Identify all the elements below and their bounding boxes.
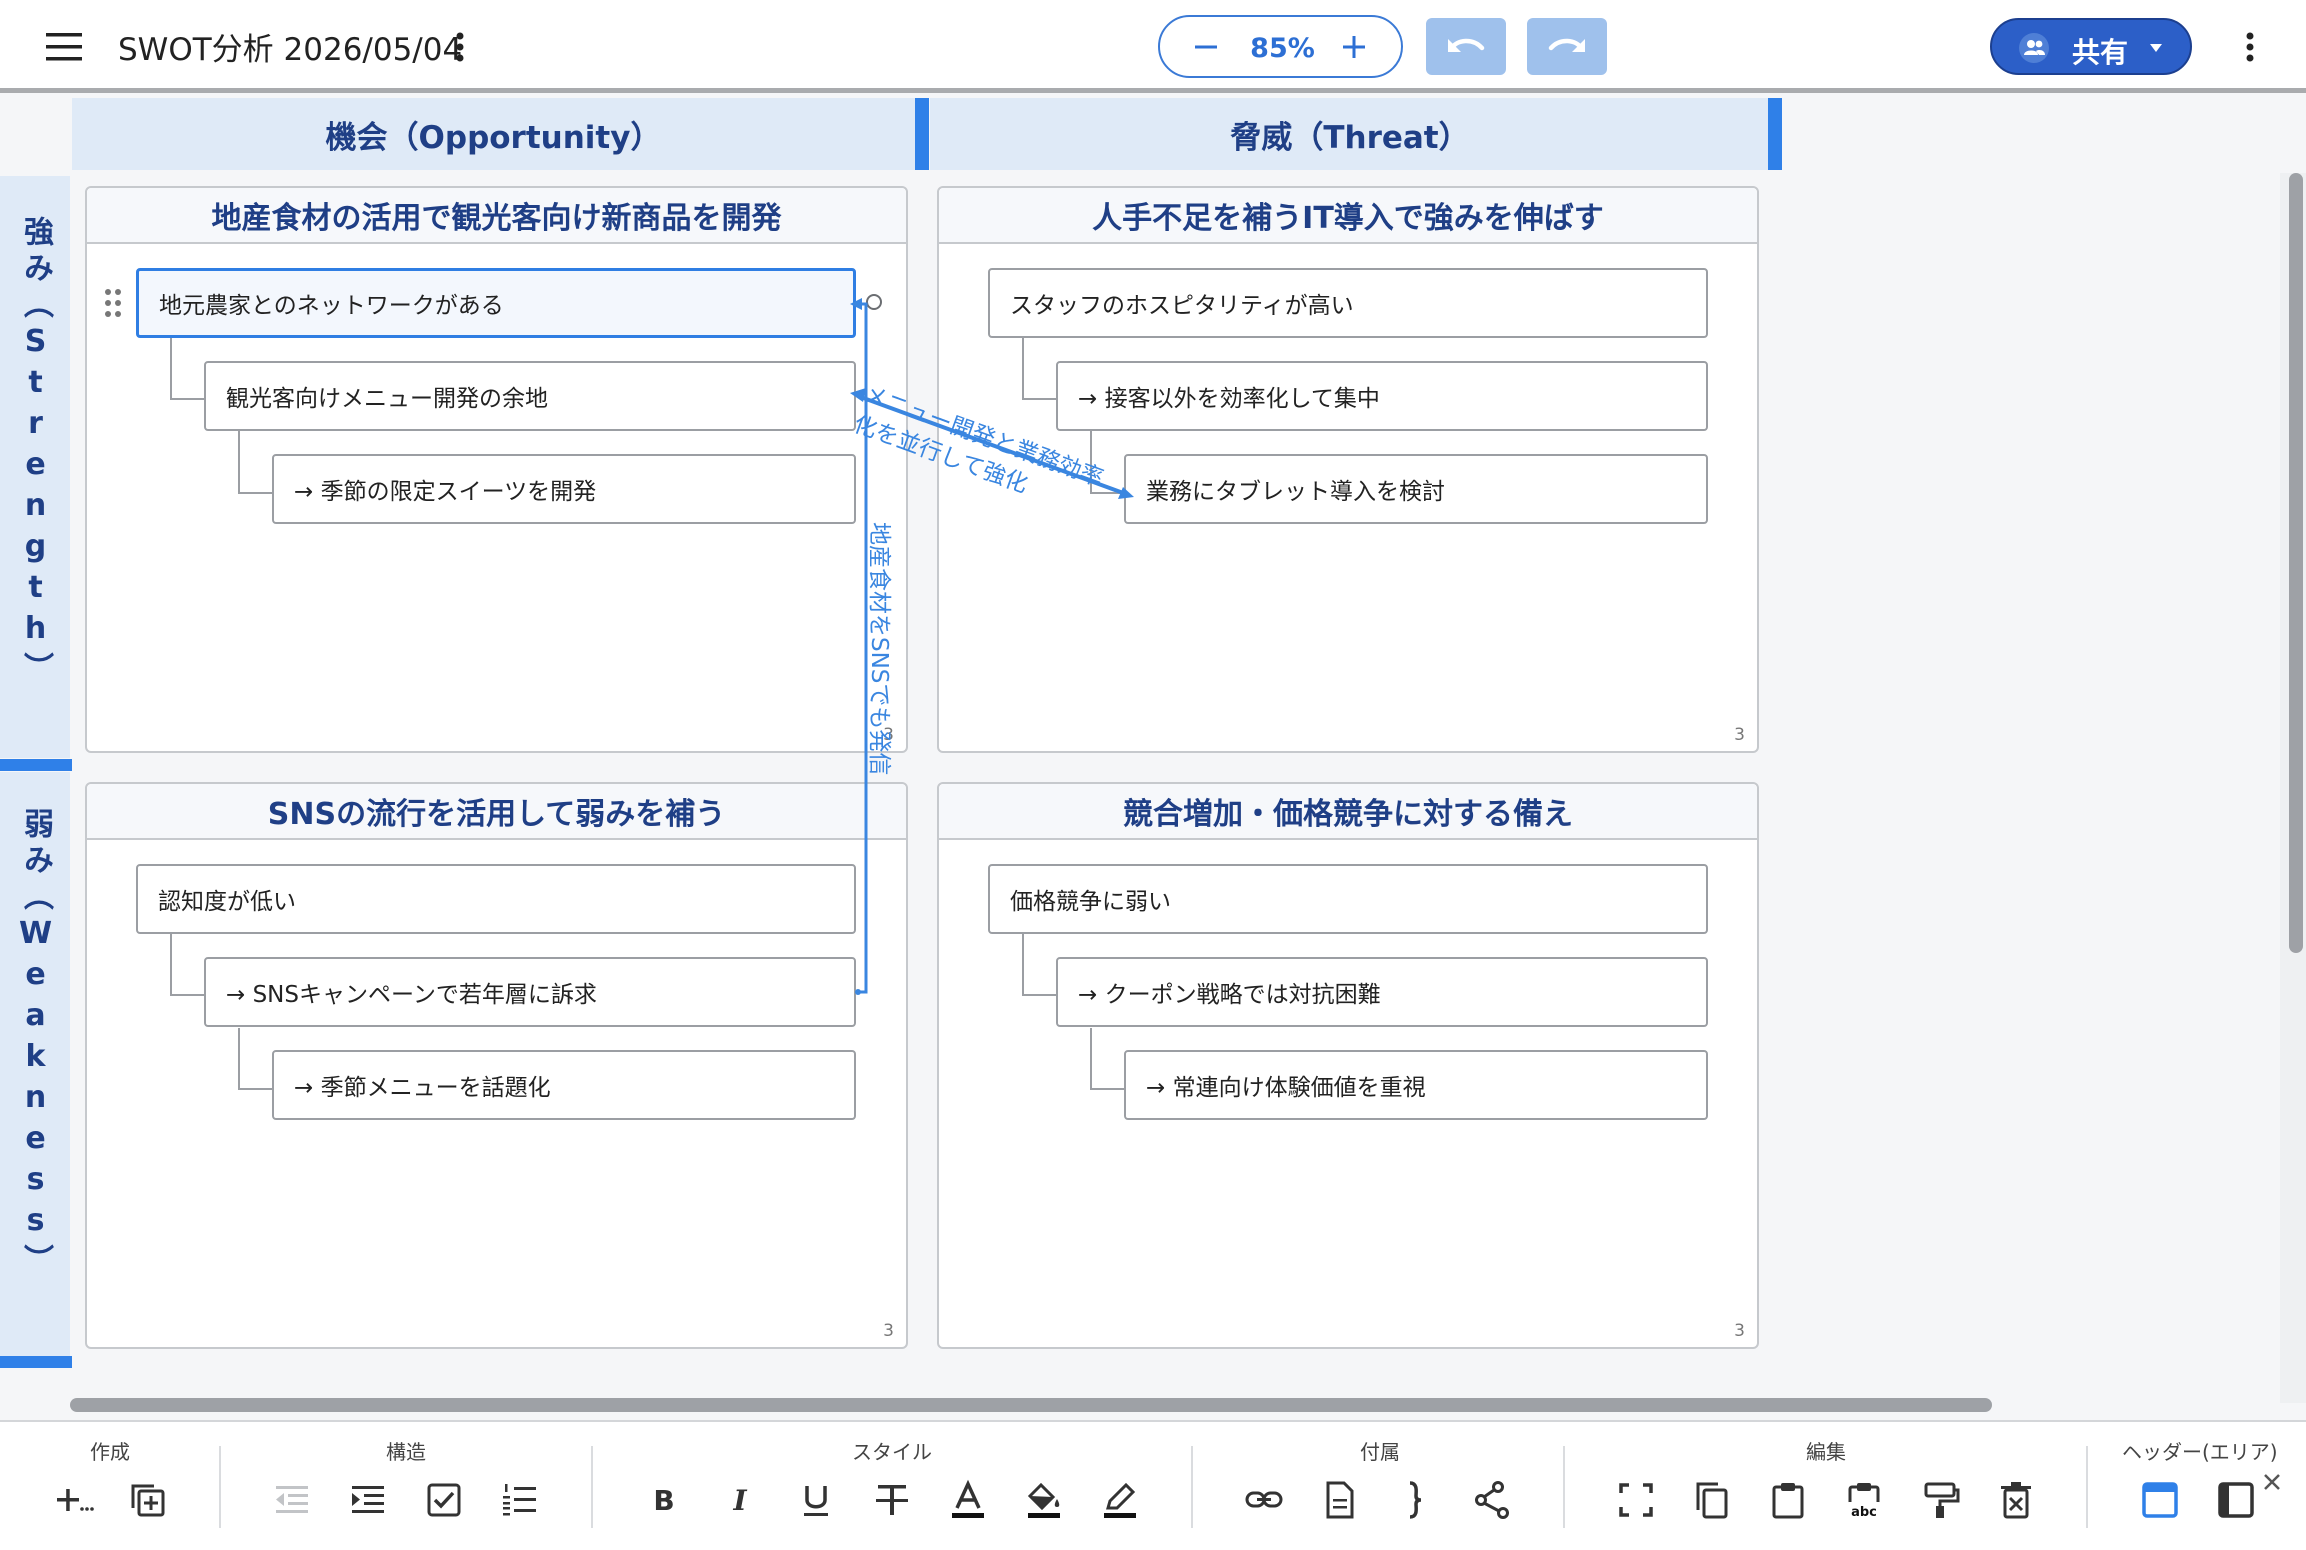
toolbar-group-label-style: スタイル	[852, 1440, 932, 1464]
link-icon[interactable]	[1242, 1478, 1286, 1522]
svg-text:B: B	[653, 1484, 674, 1517]
header-column-icon[interactable]	[2214, 1478, 2258, 1522]
hamburger-menu-icon[interactable]	[40, 26, 88, 68]
text-color-icon[interactable]	[946, 1478, 990, 1522]
svg-text:abc: abc	[1851, 1505, 1877, 1520]
format-painter-icon[interactable]	[1918, 1478, 1962, 1522]
outdent-icon[interactable]	[270, 1478, 314, 1522]
undo-icon	[1448, 38, 1485, 52]
swot-canvas[interactable]: 機会（Opportunity） 脅威（Threat） 強み（Strength） …	[0, 98, 2306, 1420]
paste-icon[interactable]	[1766, 1478, 1810, 1522]
header-row-icon[interactable]	[2138, 1478, 2182, 1522]
toolbar-separator	[2086, 1446, 2088, 1528]
toolbar-group-label-edit: 編集	[1806, 1440, 1846, 1464]
checkbox-icon[interactable]	[422, 1478, 466, 1522]
strikethrough-icon[interactable]	[870, 1478, 914, 1522]
note-icon[interactable]	[1318, 1478, 1362, 1522]
toolbar-separator	[1563, 1446, 1565, 1528]
toolbar-group-label-header: ヘッダー(エリア)	[2122, 1440, 2278, 1464]
redo-icon	[1548, 38, 1585, 52]
relation-link-label[interactable]: 地産食材をSNSでも発信	[866, 522, 892, 775]
relation-icon[interactable]	[1470, 1478, 1514, 1522]
people-icon	[2018, 32, 2054, 64]
indent-icon[interactable]	[346, 1478, 390, 1522]
delete-icon[interactable]	[1994, 1478, 2038, 1522]
zoom-in-icon[interactable]	[1338, 31, 1370, 63]
paste-text-icon[interactable]: abc	[1842, 1478, 1886, 1522]
toolbar-separator	[219, 1446, 221, 1528]
top-app-bar: SWOT分析 2026/05/04 85% 共有	[0, 0, 2306, 93]
toolbar-close-icon[interactable]	[2262, 1472, 2282, 1492]
share-button[interactable]: 共有	[1990, 18, 2192, 75]
caret-down-icon	[2148, 42, 2164, 54]
underline-icon[interactable]	[794, 1478, 838, 1522]
toolbar-group-label-attach: 付属	[1360, 1440, 1400, 1464]
vertical-scrollbar[interactable]	[2289, 173, 2303, 953]
highlight-pen-icon[interactable]	[1098, 1478, 1142, 1522]
duplicate-node-icon[interactable]	[126, 1478, 170, 1522]
toolbar-group-label-create: 作成	[90, 1440, 130, 1464]
app-more-icon[interactable]	[2238, 26, 2262, 68]
svg-text:I: I	[732, 1484, 747, 1517]
brace-icon[interactable]	[1394, 1478, 1438, 1522]
zoom-control: 85%	[1158, 15, 1403, 78]
undo-button[interactable]	[1426, 18, 1506, 75]
toolbar-separator	[1191, 1446, 1193, 1528]
bold-icon[interactable]: B	[642, 1478, 686, 1522]
italic-icon[interactable]: I	[718, 1478, 762, 1522]
add-node-icon[interactable]	[52, 1478, 96, 1522]
numbered-list-icon[interactable]	[498, 1478, 542, 1522]
relation-links: メニュー開発と業務効率 化を並行して強化 地産食材をSNSでも発信	[850, 298, 1134, 995]
fill-color-icon[interactable]	[1022, 1478, 1066, 1522]
document-title[interactable]: SWOT分析 2026/05/04	[118, 24, 462, 69]
bottom-toolbar: 作成 構造 スタイル 付属 編集 ヘッダー(エリア) B I abc	[0, 1420, 2306, 1550]
copy-icon[interactable]	[1690, 1478, 1734, 1522]
share-label: 共有	[2072, 36, 2129, 69]
toolbar-separator	[591, 1446, 593, 1528]
select-area-icon[interactable]	[1614, 1478, 1658, 1522]
relation-link-so-st[interactable]: メニュー開発と業務効率 化を並行して強化	[850, 381, 1134, 499]
toolbar-group-label-structure: 構造	[386, 1440, 426, 1464]
title-more-icon[interactable]	[448, 26, 472, 68]
redo-button[interactable]	[1527, 18, 1607, 75]
horizontal-scrollbar[interactable]	[70, 1398, 1992, 1412]
